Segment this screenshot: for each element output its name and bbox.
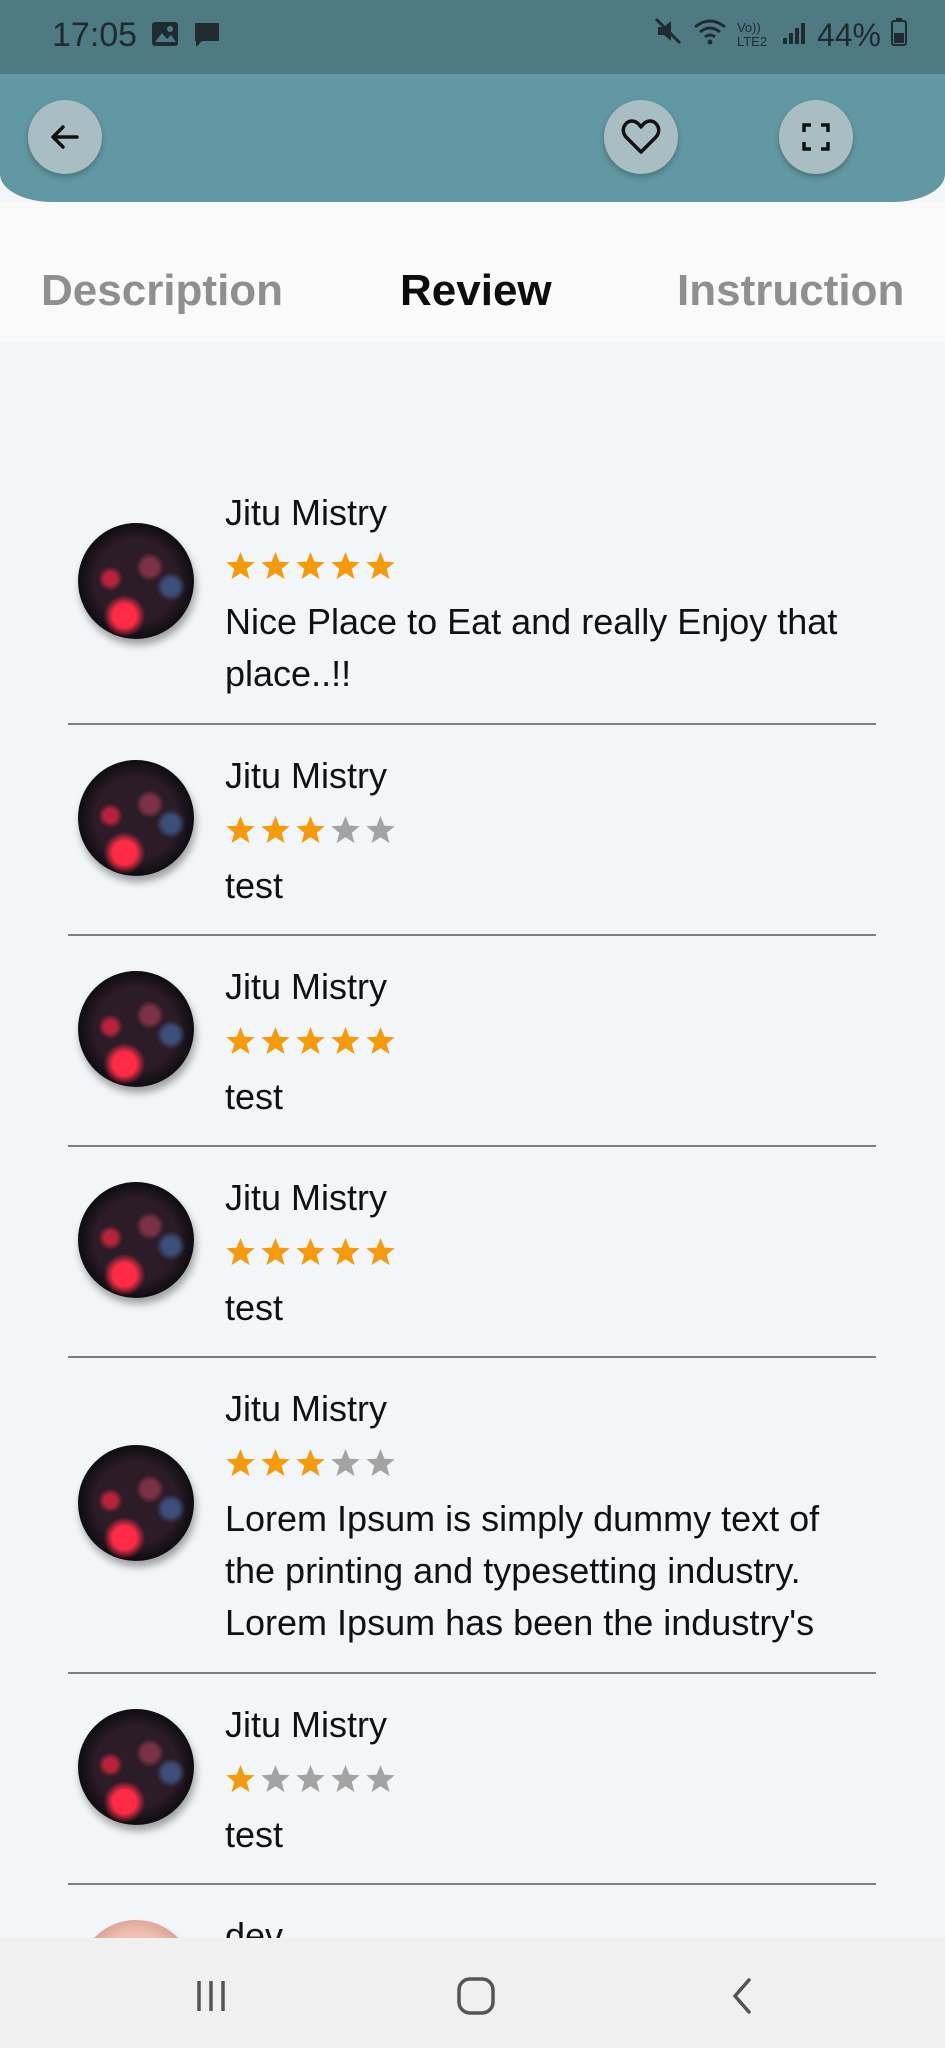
gallery-icon [150, 20, 180, 55]
battery-icon [891, 17, 907, 54]
star-filled-icon [366, 1237, 395, 1266]
back-button[interactable] [28, 100, 102, 174]
home-button[interactable] [446, 1966, 506, 2026]
star-empty-icon [296, 1764, 325, 1793]
status-bar: 17:05 Vo)) LTE2 44% [0, 0, 945, 74]
reviewer-name: dev [225, 1915, 284, 1938]
avatar [78, 1920, 194, 1938]
divider [68, 1883, 876, 1885]
avatar [78, 1709, 194, 1825]
star-rating [225, 1236, 396, 1267]
review-text: Lorem Ipsum is simply dummy text of the … [225, 1498, 820, 1643]
favorite-button[interactable] [604, 100, 678, 174]
recents-icon [197, 1981, 225, 2011]
heart-icon [621, 119, 661, 154]
reviewer-name: Jitu Mistry [225, 966, 387, 1007]
fullscreen-icon [802, 123, 830, 151]
divider [68, 934, 876, 936]
avatar [78, 971, 194, 1087]
home-icon [457, 1977, 495, 2015]
notification-icons [150, 20, 222, 55]
star-filled-icon [331, 1026, 360, 1055]
avatar [78, 760, 194, 876]
review-text: Nice Place to Eat and really Enjoy that … [225, 601, 838, 694]
system-nav-bar [0, 1938, 945, 2048]
star-filled-icon [226, 1448, 255, 1477]
tab-instruction[interactable]: Instruction [677, 266, 904, 316]
back-chevron-icon [732, 1978, 751, 2014]
review-text: test [225, 1287, 284, 1328]
tab-description[interactable]: Description [41, 266, 283, 316]
star-rating [225, 1025, 396, 1056]
review-text: test [225, 1076, 284, 1117]
avatar [78, 1182, 194, 1298]
reviewer-name: Jitu Mistry [225, 492, 387, 533]
star-empty-icon [331, 815, 360, 844]
star-filled-icon [226, 1237, 255, 1266]
star-filled-icon [296, 1237, 325, 1266]
star-filled-icon [296, 815, 325, 844]
review-text: test [225, 1814, 284, 1855]
divider [68, 723, 876, 725]
star-filled-icon [261, 1026, 290, 1055]
star-empty-icon [366, 1764, 395, 1793]
back-nav-button[interactable] [712, 1966, 772, 2026]
star-empty-icon [366, 815, 395, 844]
reviewer-name: Jitu Mistry [225, 755, 387, 796]
star-filled-icon [261, 551, 290, 580]
divider [68, 1356, 876, 1358]
star-filled-icon [261, 1448, 290, 1477]
star-empty-icon [331, 1448, 360, 1477]
reviewer-name: Jitu Mistry [225, 1388, 387, 1429]
avatar [78, 1445, 194, 1561]
star-filled-icon [331, 1237, 360, 1266]
message-icon [192, 20, 222, 55]
arrow-left-icon [51, 125, 79, 149]
star-filled-icon [296, 1026, 325, 1055]
star-filled-icon [226, 1764, 255, 1793]
star-rating [225, 1763, 396, 1794]
star-filled-icon [226, 1026, 255, 1055]
avatar [78, 523, 194, 639]
star-filled-icon [331, 551, 360, 580]
star-empty-icon [331, 1764, 360, 1793]
star-filled-icon [226, 551, 255, 580]
reviewer-name: Jitu Mistry [225, 1704, 387, 1745]
signal-icon [781, 17, 807, 54]
star-filled-icon [226, 815, 255, 844]
recents-button[interactable] [181, 1966, 241, 2026]
star-filled-icon [261, 1237, 290, 1266]
divider [68, 1145, 876, 1147]
tabs-bar: Description Review Instruction [0, 202, 945, 342]
star-filled-icon [296, 551, 325, 580]
review-list[interactable]: Jitu Mistry Nice Place to Eat and really… [0, 342, 945, 1938]
tab-review[interactable]: Review [400, 266, 552, 316]
network-label: Vo)) LTE2 [736, 20, 768, 49]
header-bar [0, 74, 945, 202]
status-right: Vo)) LTE2 44% [653, 16, 907, 54]
divider [68, 1672, 876, 1674]
mute-icon [653, 16, 683, 54]
reviewer-name: Jitu Mistry [225, 1177, 387, 1218]
star-rating [225, 814, 396, 845]
fullscreen-button[interactable] [779, 100, 853, 174]
star-filled-icon [366, 551, 395, 580]
star-empty-icon [366, 1448, 395, 1477]
star-filled-icon [296, 1448, 325, 1477]
star-filled-icon [261, 815, 290, 844]
star-rating [225, 1447, 396, 1478]
status-time: 17:05 [52, 16, 138, 54]
wifi-icon [693, 17, 727, 54]
star-empty-icon [261, 1764, 290, 1793]
star-rating [225, 550, 396, 581]
review-text: test [225, 865, 284, 906]
battery-percent: 44% [816, 16, 881, 53]
star-filled-icon [366, 1026, 395, 1055]
